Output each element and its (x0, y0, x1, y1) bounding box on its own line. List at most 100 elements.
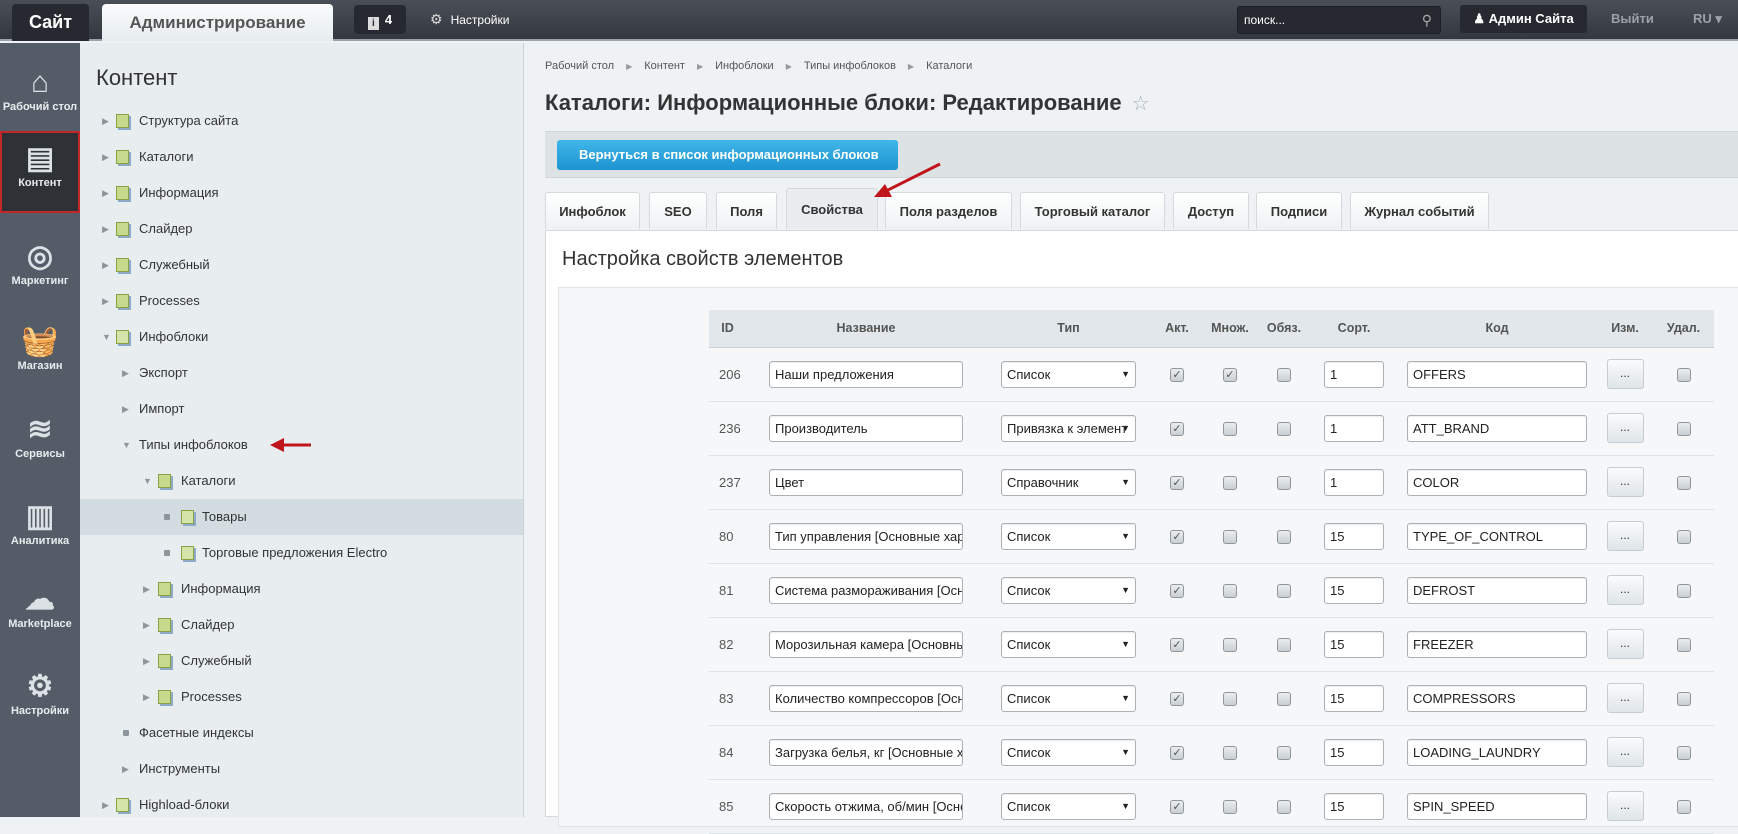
sort-input[interactable]: 15 (1324, 522, 1384, 550)
sort-input[interactable]: 15 (1324, 684, 1384, 712)
collapsed-arrow-icon[interactable]: ▶ (102, 247, 109, 283)
active-checkbox[interactable]: ✓ (1170, 367, 1184, 382)
collapsed-arrow-icon[interactable]: ▶ (122, 355, 129, 391)
tab-4[interactable]: Поля разделов (885, 192, 1012, 229)
required-checkbox[interactable] (1277, 421, 1291, 436)
code-input[interactable]: COMPRESSORS (1407, 684, 1587, 712)
edit-property-button[interactable]: ... (1606, 737, 1644, 767)
name-input[interactable]: Система размораживания [Основ (769, 576, 963, 604)
expanded-arrow-icon[interactable]: ▼ (122, 427, 131, 463)
type-select[interactable]: Список ▼ (1001, 630, 1136, 658)
star-icon[interactable]: ☆ (1132, 93, 1150, 115)
tree-item[interactable]: ▶ Экспорт (80, 355, 523, 391)
multiple-checkbox[interactable] (1223, 529, 1237, 544)
multiple-checkbox[interactable] (1223, 421, 1237, 436)
breadcrumb-item[interactable]: Контент (644, 60, 685, 72)
name-input[interactable]: Цвет (769, 468, 963, 496)
required-checkbox[interactable] (1277, 583, 1291, 598)
code-input[interactable]: DEFROST (1407, 576, 1587, 604)
search-icon[interactable]: ⚲ (1422, 12, 1432, 29)
breadcrumb-item[interactable]: Рабочий стол (545, 60, 614, 72)
collapsed-arrow-icon[interactable]: ▶ (102, 139, 109, 175)
sort-input[interactable]: 15 (1324, 738, 1384, 766)
tab-6[interactable]: Доступ (1173, 192, 1249, 229)
tree-item[interactable]: ▶ Служебный (80, 643, 523, 679)
user-button[interactable]: ♟ Админ Сайта (1460, 5, 1587, 33)
multiple-checkbox[interactable] (1223, 691, 1237, 706)
tree-item[interactable]: ▶ Информация (80, 571, 523, 607)
edit-property-button[interactable]: ... (1606, 413, 1644, 443)
required-checkbox[interactable] (1277, 691, 1291, 706)
required-checkbox[interactable] (1277, 637, 1291, 652)
active-checkbox[interactable]: ✓ (1170, 691, 1184, 706)
tab-7[interactable]: Подписи (1256, 192, 1342, 229)
delete-checkbox[interactable] (1676, 799, 1691, 814)
back-to-list-button[interactable]: Вернуться в список информационных блоков (557, 140, 898, 170)
delete-checkbox[interactable] (1676, 745, 1691, 760)
tree-item[interactable]: Торговые предложения Electro (80, 535, 523, 571)
multiple-checkbox[interactable] (1223, 637, 1237, 652)
language-selector[interactable]: RU ▾ (1693, 11, 1722, 27)
expanded-arrow-icon[interactable]: ▼ (143, 463, 152, 499)
edit-property-button[interactable]: ... (1606, 629, 1644, 659)
breadcrumb-item[interactable]: Типы инфоблоков (804, 60, 896, 72)
type-select[interactable]: Привязка к элемент ▼ (1001, 414, 1136, 442)
sort-input[interactable]: 15 (1324, 630, 1384, 658)
tree-item[interactable]: ▶ Инструменты (80, 751, 523, 787)
edit-property-button[interactable]: ... (1606, 575, 1644, 605)
edit-property-button[interactable]: ... (1606, 521, 1644, 551)
tree-item[interactable]: ▶ Каталоги (80, 139, 523, 175)
multiple-checkbox[interactable] (1223, 475, 1237, 490)
name-input[interactable]: Загрузка белья, кг [Основные хар (769, 738, 963, 766)
breadcrumb-item[interactable]: Каталоги (926, 60, 972, 72)
sort-input[interactable]: 1 (1324, 414, 1384, 442)
tree-item[interactable]: ▶ Импорт (80, 391, 523, 427)
delete-checkbox[interactable] (1676, 691, 1691, 706)
multiple-checkbox[interactable] (1223, 799, 1237, 814)
tree-item[interactable]: ▶ Информация (80, 175, 523, 211)
tab-0[interactable]: Инфоблок (545, 192, 640, 229)
notifications-button[interactable]: i4 (354, 5, 406, 34)
delete-checkbox[interactable] (1676, 421, 1691, 436)
collapsed-arrow-icon[interactable]: ▶ (102, 103, 109, 139)
tree-item[interactable]: ▼ Каталоги (80, 463, 523, 499)
site-tab[interactable]: Сайт (12, 4, 89, 41)
collapsed-arrow-icon[interactable]: ▶ (122, 751, 129, 787)
collapsed-arrow-icon[interactable]: ▶ (102, 283, 109, 319)
tab-2[interactable]: Поля (716, 192, 777, 229)
tab-8[interactable]: Журнал событий (1350, 192, 1489, 229)
collapsed-arrow-icon[interactable]: ▶ (143, 571, 150, 607)
settings-link[interactable]: ⚙ Настройки (430, 11, 509, 28)
admin-tab[interactable]: Администрирование (102, 4, 333, 41)
code-input[interactable]: FREEZER (1407, 630, 1587, 658)
edit-property-button[interactable]: ... (1606, 359, 1644, 389)
tree-item[interactable]: Товары (80, 499, 523, 535)
tree-item[interactable]: ▶ Слайдер (80, 607, 523, 643)
active-checkbox[interactable]: ✓ (1170, 583, 1184, 598)
tree-item[interactable]: ▶ Processes (80, 283, 523, 319)
sort-input[interactable]: 1 (1324, 360, 1384, 388)
tree-item[interactable]: ▶ Структура сайта (80, 103, 523, 139)
nav-item-1[interactable]: ▤ Контент (0, 131, 80, 213)
tree-item[interactable]: ▼ Типы инфоблоков (80, 427, 523, 463)
multiple-checkbox[interactable]: ✓ (1223, 367, 1237, 382)
name-input[interactable]: Скорость отжима, об/мин [Основ (769, 792, 963, 820)
required-checkbox[interactable] (1277, 475, 1291, 490)
tree-item[interactable]: ▼ Инфоблоки (80, 319, 523, 355)
type-select[interactable]: Список ▼ (1001, 576, 1136, 604)
required-checkbox[interactable] (1277, 367, 1291, 382)
edit-property-button[interactable]: ... (1606, 683, 1644, 713)
required-checkbox[interactable] (1277, 799, 1291, 814)
code-input[interactable]: SPIN_SPEED (1407, 792, 1587, 820)
sort-input[interactable]: 1 (1324, 468, 1384, 496)
active-checkbox[interactable]: ✓ (1170, 475, 1184, 490)
tree-item[interactable]: ▶ Highload-блоки (80, 787, 523, 823)
tab-3[interactable]: Свойства (786, 188, 878, 229)
collapsed-arrow-icon[interactable]: ▶ (102, 787, 109, 823)
type-select[interactable]: Список ▼ (1001, 738, 1136, 766)
name-input[interactable]: Производитель (769, 414, 963, 442)
multiple-checkbox[interactable] (1223, 745, 1237, 760)
delete-checkbox[interactable] (1676, 475, 1691, 490)
breadcrumb-item[interactable]: Инфоблоки (715, 60, 774, 72)
nav-item-4[interactable]: ≋ Сервисы (0, 404, 80, 486)
